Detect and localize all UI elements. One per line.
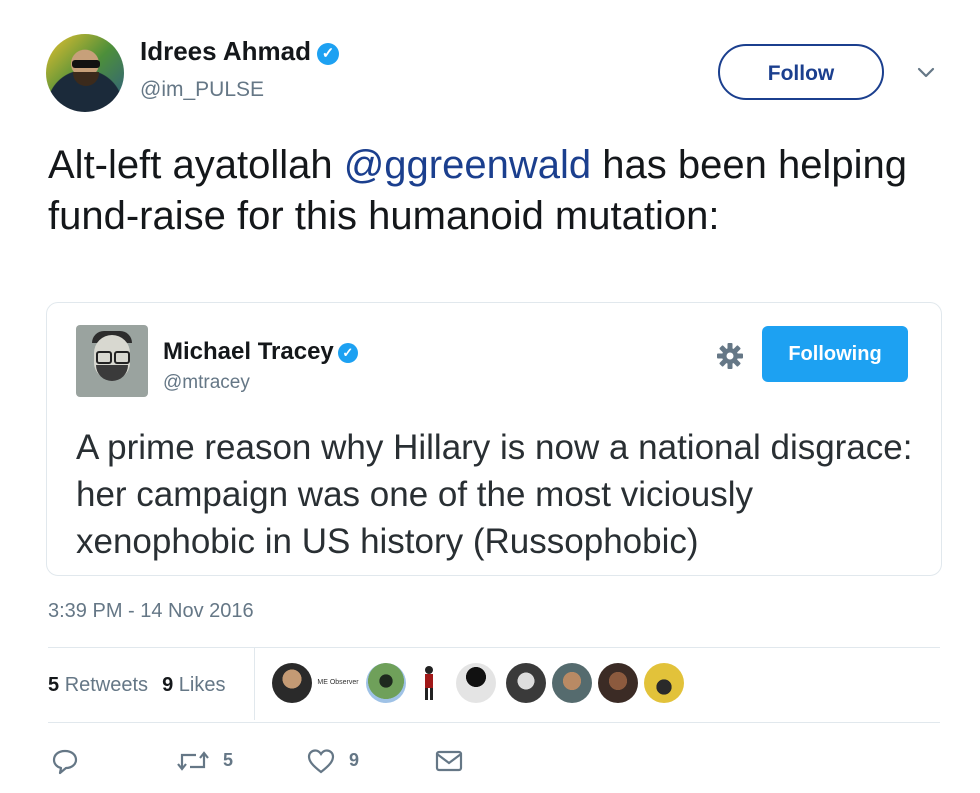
- chevron-down-icon[interactable]: [912, 58, 940, 86]
- avatar-sunglasses: [72, 60, 100, 68]
- quoted-author-name[interactable]: Michael Tracey ✓: [163, 338, 358, 366]
- stats-separator: [254, 648, 255, 720]
- liker-avatar-label: ME Observer: [317, 679, 359, 686]
- likes-label: Likes: [178, 674, 226, 696]
- verified-badge-icon: ✓: [337, 343, 358, 363]
- tweet-timestamp[interactable]: 3:39 PM - 14 Nov 2016: [48, 600, 254, 623]
- liker-avatar[interactable]: [414, 663, 444, 703]
- author-name[interactable]: Idrees Ahmad ✓: [140, 36, 339, 67]
- retweet-count: 5: [223, 750, 234, 770]
- follow-button[interactable]: Follow: [718, 44, 884, 100]
- tweet-text-before: Alt-left ayatollah: [48, 143, 344, 187]
- author-name-text[interactable]: Idrees Ahmad: [140, 36, 311, 66]
- retweet-button[interactable]: 5: [176, 744, 233, 776]
- quoted-author-avatar[interactable]: [76, 325, 148, 397]
- liker-avatar[interactable]: ME Observer: [316, 663, 360, 703]
- retweet-icon: [176, 750, 215, 772]
- likes-stat[interactable]: 9 Likes: [162, 674, 225, 696]
- retweets-label: Retweets: [64, 674, 149, 696]
- author-avatar[interactable]: [46, 34, 124, 112]
- like-count: 9: [349, 750, 360, 770]
- engagement-stats: 5 Retweets 9 Likes: [48, 674, 225, 697]
- avatar-glasses-right: [114, 351, 130, 364]
- divider-bottom: [48, 722, 940, 723]
- liker-avatar[interactable]: [456, 663, 496, 703]
- mention-link[interactable]: @ggreenwald: [344, 143, 591, 187]
- liker-avatar[interactable]: [644, 663, 684, 703]
- gear-icon[interactable]: [714, 340, 746, 372]
- quoted-tweet-text: A prime reason why Hillary is now a nati…: [76, 428, 913, 561]
- likes-count: 9: [162, 674, 174, 696]
- verified-badge-icon: ✓: [316, 43, 339, 65]
- avatar-beard: [96, 365, 128, 381]
- quoted-author-handle[interactable]: @mtracey: [163, 372, 250, 394]
- liker-avatar[interactable]: [552, 663, 592, 703]
- avatar-glasses-left: [96, 351, 112, 364]
- like-button[interactable]: 9: [306, 744, 359, 776]
- reply-button[interactable]: [50, 744, 80, 776]
- liker-avatar[interactable]: [598, 663, 638, 703]
- liker-avatar[interactable]: [506, 663, 546, 703]
- quoted-author-name-text[interactable]: Michael Tracey: [163, 338, 334, 365]
- liker-avatar[interactable]: [272, 663, 312, 703]
- retweets-stat[interactable]: 5 Retweets: [48, 674, 148, 696]
- tweet-text: Alt-left ayatollah @ggreenwald has been …: [48, 140, 928, 242]
- liker-avatar[interactable]: [366, 663, 406, 703]
- following-button[interactable]: Following: [762, 326, 908, 382]
- avatar-beard: [73, 72, 99, 86]
- direct-message-button[interactable]: [434, 744, 464, 776]
- envelope-icon: [434, 750, 464, 772]
- heart-icon: [306, 749, 341, 774]
- author-handle[interactable]: @im_PULSE: [140, 78, 264, 102]
- divider-top: [48, 647, 940, 648]
- reply-icon: [50, 750, 80, 775]
- retweets-count: 5: [48, 674, 60, 696]
